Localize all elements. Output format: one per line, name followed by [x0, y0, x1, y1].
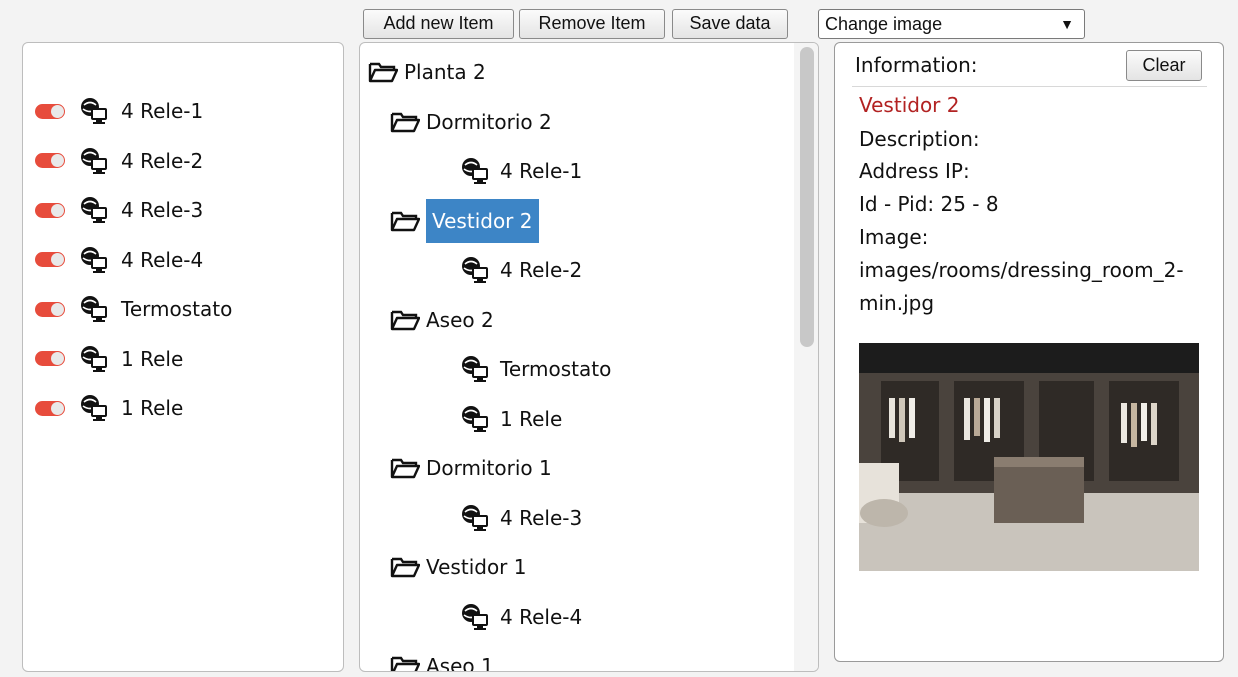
- info-address: Address IP:: [859, 159, 970, 183]
- device-toggle[interactable]: [35, 153, 65, 168]
- info-header: Information:: [855, 53, 978, 77]
- change-image-select-value: Change image: [825, 14, 943, 34]
- tree-folder-item[interactable]: Vestidor 1: [390, 548, 527, 586]
- tree-item-label: 4 Rele-4: [500, 604, 583, 629]
- info-description: Description:: [859, 127, 980, 151]
- tree-device-item[interactable]: 4 Rele-1: [460, 152, 582, 190]
- tree-folder-item[interactable]: Aseo 1: [390, 647, 494, 672]
- folder-open-icon: [390, 557, 420, 578]
- tree-item-label: Planta 2: [404, 60, 486, 84]
- device-toggle[interactable]: [35, 103, 65, 119]
- tree-folder-item[interactable]: Planta 2: [368, 53, 486, 91]
- device-toggle[interactable]: [35, 301, 65, 317]
- device-toggle[interactable]: [35, 252, 65, 267]
- network-device-icon: [462, 257, 488, 283]
- device-label: 1 Rele: [121, 346, 184, 371]
- device-row[interactable]: 1 Rele: [35, 341, 183, 377]
- tree-device-item[interactable]: 4 Rele-3: [460, 499, 582, 537]
- tree-item-label: Dormitorio 1: [426, 456, 552, 480]
- folder-open-icon: [368, 62, 398, 83]
- tree-folder-item[interactable]: Dormitorio 2: [390, 103, 552, 141]
- device-row[interactable]: 4 Rele-1: [35, 93, 203, 129]
- info-name: Vestidor 2: [859, 93, 960, 117]
- tree-device-item[interactable]: 4 Rele-4: [460, 598, 582, 636]
- tree-item-label: Vestidor 2: [426, 198, 539, 243]
- device-toggle[interactable]: [35, 400, 65, 416]
- tree-scrollbar[interactable]: [794, 43, 818, 671]
- network-device-icon: [81, 296, 107, 322]
- device-list-panel: 4 Rele-1 4 Rele-2 4 Rele-3 4 Rele-4 Termosta…: [22, 42, 344, 672]
- device-row[interactable]: 4 Rele-4: [35, 242, 203, 278]
- device-label: 4 Rele-2: [121, 148, 204, 173]
- tree-item-label: Aseo 2: [426, 307, 494, 332]
- network-device-icon: [81, 147, 107, 174]
- device-row[interactable]: 1 Rele: [35, 390, 183, 426]
- device-row[interactable]: 4 Rele-3: [35, 192, 203, 228]
- info-image-path-line-2: min.jpg: [859, 291, 935, 315]
- device-toggle[interactable]: [35, 351, 65, 366]
- tree-item-label: Aseo 1: [426, 654, 494, 672]
- room-image: [859, 343, 1199, 571]
- folder-open-icon: [390, 458, 420, 479]
- network-device-icon: [81, 246, 107, 273]
- remove-item-button[interactable]: Remove Item: [519, 9, 665, 39]
- network-device-icon: [81, 197, 107, 223]
- tree-item-label: Vestidor 1: [426, 555, 527, 579]
- tree-folder-item[interactable]: Dormitorio 1: [390, 449, 552, 487]
- device-label: 1 Rele: [121, 396, 184, 420]
- network-device-icon: [462, 405, 488, 432]
- network-device-icon: [462, 603, 488, 630]
- info-image-path-line-1: images/rooms/dressing_room_2-: [859, 258, 1184, 282]
- device-label: Termostato: [121, 297, 233, 321]
- device-label: 4 Rele-1: [121, 99, 204, 123]
- network-device-icon: [81, 395, 107, 421]
- tree-folder-item[interactable]: Vestidor 2: [390, 198, 539, 243]
- info-divider: [852, 86, 1207, 87]
- tree-scroll-thumb[interactable]: [800, 47, 814, 347]
- device-toggle[interactable]: [35, 202, 65, 218]
- network-device-icon: [462, 158, 488, 184]
- info-id-pid: Id - Pid: 25 - 8: [859, 192, 999, 216]
- folder-open-icon: [390, 211, 420, 231]
- folder-open-icon: [390, 310, 420, 330]
- tree-item-label: Dormitorio 2: [426, 109, 552, 134]
- device-row[interactable]: Termostato: [35, 291, 232, 327]
- save-data-button[interactable]: Save data: [672, 9, 788, 39]
- tree-item-label: 1 Rele: [500, 406, 563, 431]
- info-image-label: Image:: [859, 225, 929, 249]
- add-item-button[interactable]: Add new Item: [363, 9, 514, 39]
- network-device-icon: [81, 98, 107, 124]
- network-device-icon: [81, 345, 107, 372]
- network-device-icon: [462, 356, 488, 382]
- tree-item-label: Termostato: [500, 357, 612, 381]
- clear-button[interactable]: Clear: [1126, 50, 1202, 81]
- device-label: 4 Rele-4: [121, 247, 204, 272]
- tree-folder-item[interactable]: Aseo 2: [390, 301, 494, 339]
- tree-device-item[interactable]: 1 Rele: [460, 400, 562, 438]
- tree-device-item[interactable]: 4 Rele-2: [460, 251, 582, 289]
- device-label: 4 Rele-3: [121, 198, 204, 222]
- folder-open-icon: [390, 656, 420, 671]
- chevron-down-icon: ▼: [1060, 16, 1074, 32]
- tree-item-label: 4 Rele-2: [500, 258, 583, 282]
- change-image-select[interactable]: Change image ▼: [818, 9, 1085, 39]
- tree-item-label: 4 Rele-1: [500, 159, 583, 183]
- device-row[interactable]: 4 Rele-2: [35, 143, 203, 179]
- room-tree-panel: Planta 2 Dormitorio 2 4 Rele-1 Vestidor 2 4 …: [359, 42, 819, 672]
- folder-open-icon: [390, 112, 420, 132]
- tree-item-label: 4 Rele-3: [500, 505, 583, 530]
- network-device-icon: [462, 504, 488, 531]
- tree-device-item[interactable]: Termostato: [460, 350, 611, 388]
- info-panel: Information: Clear Vestidor 2 Descriptio…: [834, 42, 1224, 662]
